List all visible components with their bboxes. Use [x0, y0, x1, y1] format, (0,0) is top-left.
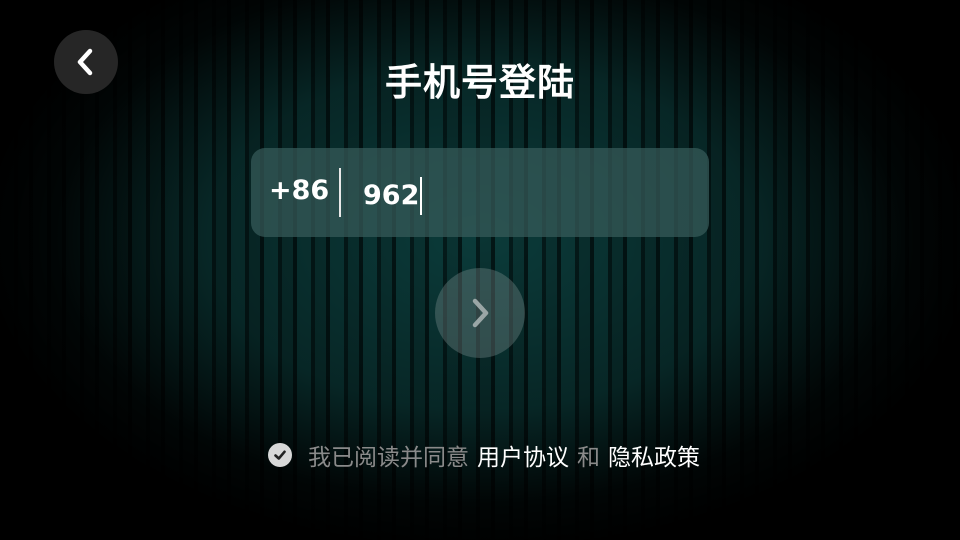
agreement-row: 我已阅读并同意 用户协议 和 隐私政策 [268, 438, 700, 472]
agreement-checkbox[interactable] [268, 443, 292, 467]
agreement-and-text: 和 [577, 445, 600, 471]
country-code-selector[interactable]: +86 [269, 175, 329, 206]
checkmark-icon [274, 450, 286, 460]
phone-input-box[interactable]: +86 962 [251, 148, 709, 237]
login-screen: 手机号登陆 +86 962 我已阅读并同意 用户协议 和 隐私政策 [0, 0, 960, 540]
agreement-prefix-text: 我已阅读并同意 [308, 445, 469, 471]
phone-number-value: 962 [363, 180, 420, 211]
user-agreement-link[interactable]: 用户协议 [477, 438, 569, 472]
next-button[interactable] [435, 268, 525, 358]
divider [339, 168, 341, 217]
chevron-right-icon [472, 298, 489, 328]
page-title: 手机号登陆 [385, 61, 575, 104]
phone-number-field[interactable]: 962 [363, 176, 423, 216]
text-caret [420, 177, 423, 215]
privacy-policy-link[interactable]: 隐私政策 [608, 438, 700, 472]
